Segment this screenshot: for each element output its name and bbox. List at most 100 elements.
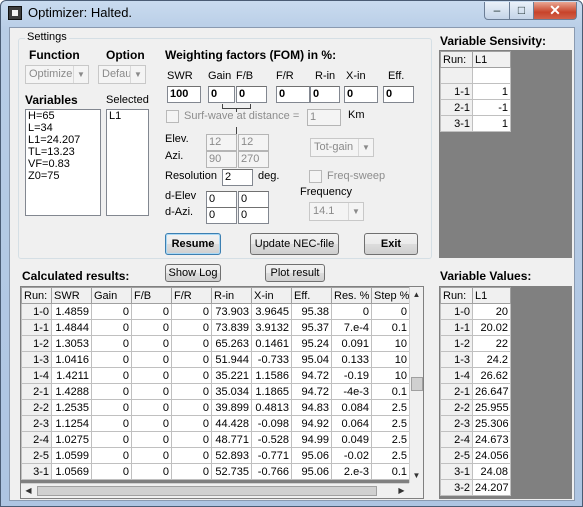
sensivity-grid[interactable]: Run: L1 1-1 1 2-1 -1 3-1 1 bbox=[439, 50, 572, 258]
table-cell[interactable]: 20 bbox=[472, 303, 511, 320]
table-row[interactable]: 2-4 1.0275 0 0 0 48.771 -0.528 94.99 0.049 2.5 bbox=[21, 431, 410, 448]
table-cell[interactable]: 0 bbox=[91, 383, 132, 400]
table-cell[interactable]: 0.084 bbox=[331, 399, 372, 416]
table-cell[interactable]: 24.056 bbox=[472, 447, 511, 464]
table-cell[interactable]: 3.9132 bbox=[251, 319, 292, 336]
table-cell[interactable]: 0 bbox=[91, 367, 132, 384]
table-cell[interactable]: 0.1 bbox=[371, 319, 410, 336]
column-header[interactable]: Step % bbox=[371, 287, 410, 304]
scroll-thumb[interactable] bbox=[411, 377, 423, 391]
table-cell[interactable]: 44.428 bbox=[211, 415, 252, 432]
table-cell[interactable]: 10 bbox=[371, 335, 410, 352]
table-cell[interactable]: 94.92 bbox=[291, 415, 332, 432]
table-cell[interactable]: 0 bbox=[171, 319, 212, 336]
scroll-up-arrow-icon[interactable]: ▲ bbox=[410, 287, 423, 302]
table-cell[interactable]: 94.83 bbox=[291, 399, 332, 416]
table-cell[interactable]: 0 bbox=[91, 303, 132, 320]
table-row[interactable]: 1-2 22 bbox=[440, 335, 511, 352]
table-cell[interactable]: 1 bbox=[472, 83, 511, 100]
column-header[interactable]: Run: bbox=[440, 287, 473, 304]
table-cell[interactable]: 94.72 bbox=[291, 383, 332, 400]
column-header[interactable]: Run: bbox=[440, 51, 473, 68]
table-cell[interactable]: 0 bbox=[171, 447, 212, 464]
column-header[interactable]: Run: bbox=[21, 287, 52, 304]
option-combo[interactable]: Defau ▼ bbox=[98, 65, 146, 84]
table-cell[interactable]: 0.4813 bbox=[251, 399, 292, 416]
exit-button[interactable]: Exit bbox=[364, 233, 418, 255]
table-cell[interactable]: 26.62 bbox=[472, 367, 511, 384]
valgrid-table[interactable]: Run: L1 1-0 20 1-1 20.02 1-2 22 1-3 24.2 1-4 26.62 2… bbox=[440, 287, 511, 496]
table-cell[interactable]: 0 bbox=[131, 335, 172, 352]
table-row[interactable]: 3-2 24.207 bbox=[440, 479, 511, 496]
table-cell[interactable]: 52.735 bbox=[211, 463, 252, 480]
surfwave-distance-field[interactable]: 1 bbox=[307, 109, 341, 126]
table-cell[interactable]: -0.098 bbox=[251, 415, 292, 432]
table-cell[interactable]: 0 bbox=[91, 463, 132, 480]
table-cell[interactable]: 95.38 bbox=[291, 303, 332, 320]
table-cell[interactable]: 95.06 bbox=[291, 447, 332, 464]
table-row[interactable]: 1-0 20 bbox=[440, 303, 511, 320]
surfwave-checkbox[interactable] bbox=[166, 110, 179, 123]
table-cell[interactable]: 24.2 bbox=[472, 351, 511, 368]
table-row[interactable]: 1-1 20.02 bbox=[440, 319, 511, 336]
maximize-button[interactable]: □ bbox=[509, 2, 534, 20]
table-cell[interactable]: 95.37 bbox=[291, 319, 332, 336]
results-horizontal-scrollbar[interactable]: ◀ ▶ bbox=[21, 483, 409, 498]
table-cell[interactable]: 95.04 bbox=[291, 351, 332, 368]
column-header[interactable]: F/B bbox=[131, 287, 172, 304]
variable-list-item[interactable]: H=65 bbox=[26, 110, 100, 122]
table-cell[interactable] bbox=[472, 67, 511, 84]
frequency-combo[interactable]: 14.1 ▼ bbox=[309, 202, 364, 221]
table-row[interactable]: 2-3 1.1254 0 0 0 44.428 -0.098 94.92 0.064 2.5 bbox=[21, 415, 410, 432]
resolution-field[interactable]: 2 bbox=[222, 169, 253, 186]
table-cell[interactable]: -0.766 bbox=[251, 463, 292, 480]
table-cell[interactable]: 0 bbox=[371, 303, 410, 320]
scroll-down-arrow-icon[interactable]: ▼ bbox=[410, 468, 423, 483]
variable-list-item[interactable]: L=34 bbox=[26, 122, 100, 134]
gain-type-combo[interactable]: Tot-gain ▼ bbox=[310, 138, 374, 157]
table-cell[interactable]: 0.1 bbox=[371, 463, 410, 480]
weight-field-5[interactable]: 0 bbox=[344, 86, 378, 103]
table-cell[interactable]: 1.1865 bbox=[251, 383, 292, 400]
table-cell[interactable]: 35.221 bbox=[211, 367, 252, 384]
table-cell[interactable]: 1.2535 bbox=[51, 399, 92, 416]
table-cell[interactable]: 0 bbox=[91, 399, 132, 416]
azi-field-1[interactable]: 90 bbox=[206, 151, 237, 168]
table-row[interactable]: 3-1 1 bbox=[440, 115, 511, 132]
table-cell[interactable]: -0.02 bbox=[331, 447, 372, 464]
weight-field-3[interactable]: 0 bbox=[276, 86, 310, 103]
table-row[interactable]: 3-1 1.0569 0 0 0 52.735 -0.766 95.06 2.e-3 0.1 bbox=[21, 463, 410, 480]
table-cell[interactable]: 0 bbox=[131, 367, 172, 384]
table-cell[interactable]: 1.4211 bbox=[51, 367, 92, 384]
table-row[interactable]: 1-1 1 bbox=[440, 83, 511, 100]
table-cell[interactable]: 0 bbox=[91, 335, 132, 352]
table-cell[interactable]: 0 bbox=[131, 415, 172, 432]
table-row[interactable]: 1-4 26.62 bbox=[440, 367, 511, 384]
resgrid-table[interactable]: Run: SWR Gain F/B F/R R-in X-in Eff. Res. % Step … bbox=[21, 287, 410, 480]
table-row[interactable]: 2-2 1.2535 0 0 0 39.899 0.4813 94.83 0.084 2.5 bbox=[21, 399, 410, 416]
weight-field-2[interactable]: 0 bbox=[236, 86, 267, 103]
table-cell[interactable]: 0.049 bbox=[331, 431, 372, 448]
table-cell[interactable]: 0 bbox=[331, 303, 372, 320]
table-cell[interactable]: 0 bbox=[131, 447, 172, 464]
table-cell[interactable]: 95.06 bbox=[291, 463, 332, 480]
variable-list-item[interactable]: VF=0.83 bbox=[26, 158, 100, 170]
table-cell[interactable]: 73.839 bbox=[211, 319, 252, 336]
table-cell[interactable]: 22 bbox=[472, 335, 511, 352]
table-row[interactable]: 3-1 24.08 bbox=[440, 463, 511, 480]
table-cell[interactable]: 0.064 bbox=[331, 415, 372, 432]
table-row[interactable]: 2-2 25.955 bbox=[440, 399, 511, 416]
delev-field-1[interactable]: 0 bbox=[206, 191, 237, 208]
table-cell[interactable]: 2.5 bbox=[371, 399, 410, 416]
table-cell[interactable]: 0.1 bbox=[371, 383, 410, 400]
table-cell[interactable]: 2.5 bbox=[371, 447, 410, 464]
table-cell[interactable]: 0 bbox=[91, 319, 132, 336]
scroll-left-arrow-icon[interactable]: ◀ bbox=[21, 484, 36, 498]
table-cell[interactable]: 1.4844 bbox=[51, 319, 92, 336]
table-cell[interactable]: 52.893 bbox=[211, 447, 252, 464]
table-cell[interactable]: 25.955 bbox=[472, 399, 511, 416]
table-row[interactable]: 1-3 24.2 bbox=[440, 351, 511, 368]
selected-listbox[interactable]: L1 bbox=[106, 109, 149, 216]
table-row[interactable]: 1-1 1.4844 0 0 0 73.839 3.9132 95.37 7.e-4 0.1 bbox=[21, 319, 410, 336]
column-header[interactable]: L1 bbox=[472, 287, 511, 304]
